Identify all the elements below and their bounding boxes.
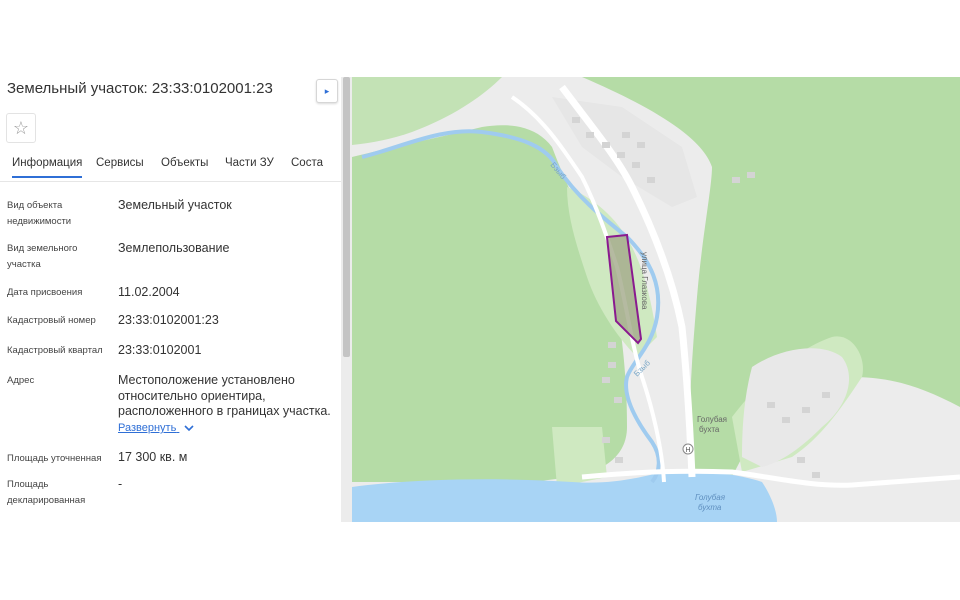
tab-information[interactable]: Информация [12,157,83,178]
field-label-area-declared: Площадь декларированная [7,479,86,506]
map-label-street: улица Глазкова [640,252,649,310]
chevron-down-icon [184,425,194,432]
hospital-icon-letter: H [685,447,690,454]
tabs-scroll-right-button[interactable]: ▸ [316,79,338,103]
tab-parts[interactable]: Части ЗУ [225,157,274,169]
star-icon: ☆ [12,117,30,138]
hospital-icon[interactable]: H [682,443,694,455]
field-value-land-type: Землепользование [118,241,230,255]
scrollbar-thumb[interactable] [343,77,350,357]
field-value-address: Местоположение установлено относительно … [118,373,331,418]
field-label-land-type: Вид земельного участка [7,243,78,270]
page-title: Земельный участок: 23:33:0102001:23 [7,80,273,97]
tab-objects[interactable]: Объекты [161,157,208,169]
tab-services[interactable]: Сервисы [96,157,144,169]
field-value-area-declared: - [118,477,123,491]
favorite-button[interactable]: ☆ [6,113,36,143]
grass-area-southwest [552,427,607,487]
field-label-cadastral-block: Кадастровый квартал [7,345,103,356]
field-value-object-type: Земельный участок [118,198,232,212]
field-label-cadastral-number: Кадастровый номер [7,315,96,326]
field-label-area-specified: Площадь уточненная [7,453,102,464]
map-view[interactable]: Бзыб улица Глазкова Бзыб Голубая бухта H … [352,77,960,522]
info-panel: Земельный участок: 23:33:0102001:23 ☆ Ин… [0,77,341,522]
panel-scrollbar[interactable] [341,77,352,522]
map-canvas[interactable]: Бзыб улица Глазкова Бзыб Голубая бухта H … [352,77,960,522]
expand-label: Развернуть [118,422,177,434]
field-value-area-specified: 17 300 кв. м [118,450,188,464]
field-value-cadastral-block: 23:33:0102001 [118,343,202,357]
field-label-assign-date: Дата присвоения [7,287,83,298]
caret-right-icon: ▸ [324,85,330,96]
tab-bar: Информация Сервисы Объекты Части ЗУ Сост… [0,145,341,182]
map-label-bay: Голубая бухта [695,493,726,512]
expand-link[interactable]: Развернуть [118,422,194,434]
tab-composition[interactable]: Соста [291,157,323,169]
field-label-address: Адрес [7,375,35,386]
field-label-object-type: Вид объекта недвижимости [7,200,72,227]
field-value-cadastral-number: 23:33:0102001:23 [118,313,219,327]
field-value-assign-date: 11.02.2004 [118,285,180,299]
